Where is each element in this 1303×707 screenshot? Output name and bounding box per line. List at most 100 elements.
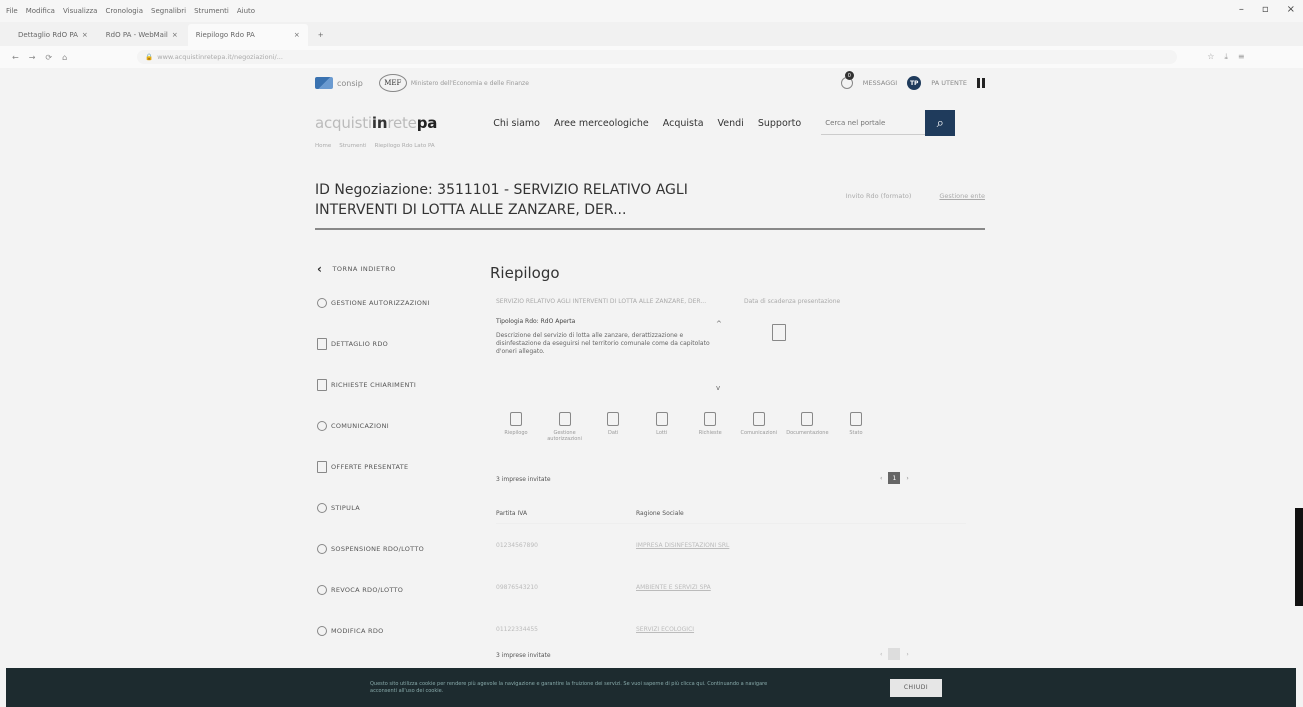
pager-current[interactable] [888, 648, 901, 660]
chat-icon [317, 420, 327, 431]
gestione-link[interactable]: Gestione ente [939, 192, 985, 200]
cell-piva: 09876543210 [496, 583, 538, 591]
chevron-up-icon[interactable]: ^ [716, 320, 722, 328]
browser-tab[interactable]: RdO PA - WebMail × [98, 24, 186, 46]
avatar[interactable]: TP [907, 76, 922, 90]
sidebar-item-dettaglio-rdo[interactable]: DETTAGLIO RDO [317, 323, 477, 364]
close-icon[interactable]: × [294, 31, 300, 39]
table-row: 01234567890 IMPRESA DISINFESTAZIONI SRL [496, 524, 966, 566]
window-controls: – ▫ × [1239, 4, 1295, 15]
plus-icon: + [317, 31, 324, 39]
tab-label: Riepilogo Rdo PA [195, 31, 255, 39]
table-row: 01122334455 SERVIZI ECOLOGICI [496, 608, 966, 650]
action-stato[interactable]: Stato [836, 412, 876, 442]
forward-icon[interactable]: → [29, 53, 36, 62]
close-icon[interactable]: × [172, 31, 178, 39]
maximize-button[interactable]: ▫ [1262, 4, 1269, 15]
action-documentazione[interactable]: Documentazione [786, 412, 829, 442]
sidebar-item-label: GESTIONE AUTORIZZAZIONI [331, 298, 430, 307]
col-ragione-sociale: Ragione Sociale [636, 510, 684, 517]
sidebar-item-offerte-presentate[interactable]: OFFERTE PRESENTATE [317, 446, 477, 487]
browser-tab[interactable]: Dettaglio RdO PA × [10, 24, 96, 46]
bookmark-icon[interactable]: ☆ [1207, 52, 1214, 62]
pager-next-icon[interactable]: › [906, 651, 908, 658]
menu-view[interactable]: Visualizza [63, 7, 97, 15]
home-icon[interactable]: ⌂ [62, 53, 67, 62]
back-link[interactable]: ‹ TORNA INDIETRO [317, 256, 477, 282]
sidebar-item-comunicazioni[interactable]: COMUNICAZIONI [317, 405, 477, 446]
pager-current[interactable]: 1 [888, 472, 901, 484]
nav-chi-siamo[interactable]: Chi siamo [493, 118, 540, 129]
rdo-description: Descrizione del servizio di lotta alle z… [496, 332, 710, 355]
user-label[interactable]: PA UTENTE [931, 79, 967, 87]
invito-link[interactable]: Invito Rdo (formato) [846, 192, 912, 200]
cookie-banner: Questo sito utilizza cookie per rendere … [6, 668, 1296, 707]
nav-aree-merceologiche[interactable]: Aree merceologiche [554, 118, 649, 129]
cookie-text: Questo sito utilizza cookie per rendere … [370, 680, 768, 694]
pager-next-icon[interactable]: › [906, 475, 908, 482]
chevron-down-icon[interactable]: v [716, 384, 720, 392]
cell-ragione-link[interactable]: SERVIZI ECOLOGICI [636, 626, 694, 633]
minimize-button[interactable]: – [1239, 4, 1244, 15]
action-label: Riepilogo [504, 430, 528, 436]
menu-tools[interactable]: Strumenti [194, 7, 229, 15]
accessibility-icon[interactable] [977, 78, 985, 88]
side-nav: ‹ TORNA INDIETRO GESTIONE AUTORIZZAZIONI… [317, 256, 477, 651]
mef-logo[interactable]: MEF Ministero dell'Economia e delle Fina… [378, 74, 529, 92]
cell-ragione-link[interactable]: AMBIENTE E SERVIZI SPA [636, 584, 711, 591]
consip-logo[interactable]: consip [315, 77, 363, 89]
search-button[interactable]: ⌕ [925, 110, 956, 136]
breadcrumb-home[interactable]: Home [315, 143, 331, 149]
menu-help[interactable]: Aiuto [237, 7, 255, 15]
sidebar-item-richieste-chiarimenti[interactable]: RICHIESTE CHIARIMENTI [317, 364, 477, 405]
invited-table: Partita IVA Ragione Sociale 01234567890 … [496, 504, 966, 650]
action-lotti[interactable]: Lotti [642, 412, 682, 442]
close-window-button[interactable]: × [1287, 4, 1295, 15]
col-partita-iva: Partita IVA [496, 510, 528, 517]
breadcrumb-strumenti[interactable]: Strumenti [339, 143, 366, 149]
new-tab-button[interactable]: + [310, 24, 332, 46]
menu-bookmarks[interactable]: Segnalibri [151, 7, 186, 15]
action-dati[interactable]: Dati [593, 412, 633, 442]
messages-label[interactable]: MESSAGGI [863, 79, 897, 87]
cookie-close-button[interactable]: CHIUDI [890, 678, 942, 697]
url-text: www.acquistinretepa.it/negoziazioni/... [157, 53, 283, 61]
menu-history[interactable]: Cronologia [105, 7, 143, 15]
action-label: Dati [607, 430, 619, 436]
pager-prev-icon[interactable]: ‹ [880, 475, 882, 482]
pager-prev-icon[interactable]: ‹ [880, 651, 882, 658]
consip-logo-mark [315, 77, 333, 89]
download-icon[interactable]: ⤓ [1224, 52, 1228, 62]
back-icon[interactable]: ← [12, 53, 19, 62]
nav-supporto[interactable]: Supporto [758, 118, 801, 129]
nav-acquista[interactable]: Acquista [663, 118, 704, 129]
close-icon[interactable]: × [82, 31, 88, 39]
sidebar-item-modifica[interactable]: MODIFICA RDO [317, 610, 477, 651]
reload-icon[interactable]: ⟳ [45, 53, 52, 62]
action-richieste[interactable]: Richieste [690, 412, 730, 442]
browser-tab-active[interactable]: Riepilogo Rdo PA × [187, 24, 308, 46]
menu-edit[interactable]: Modifica [26, 7, 55, 15]
action-gestione[interactable]: Gestione autorizzazioni [545, 412, 585, 442]
search-input[interactable] [821, 111, 926, 135]
sidebar-item-revoca[interactable]: REVOCA RDO/LOTTO [317, 569, 477, 610]
document-icon[interactable] [772, 324, 786, 341]
nav-vendi[interactable]: Vendi [718, 118, 744, 129]
cell-ragione-link[interactable]: IMPRESA DISINFESTAZIONI SRL [636, 542, 729, 549]
menu-icon[interactable]: ≡ [1238, 52, 1245, 62]
acquistinretepa-logo[interactable]: acquistiinretepa [315, 114, 437, 132]
edit-icon [317, 625, 327, 636]
brand-part-1: acquisti [315, 114, 372, 132]
user-area: 0 MESSAGGI TP PA UTENTE [840, 71, 985, 90]
action-riepilogo[interactable]: Riepilogo [496, 412, 536, 442]
consip-label: consip [337, 78, 363, 88]
menu-file[interactable]: File [6, 7, 18, 15]
sidebar-item-gestione-autorizzazioni[interactable]: GESTIONE AUTORIZZAZIONI [317, 282, 477, 323]
sidebar-item-sospensione[interactable]: SOSPENSIONE RDO/LOTTO [317, 528, 477, 569]
communications-icon [752, 412, 765, 426]
sidebar-item-stipula[interactable]: STIPULA [317, 487, 477, 528]
action-comunicazioni[interactable]: Comunicazioni [739, 412, 779, 442]
browser-tabbar: Dettaglio RdO PA × RdO PA - WebMail × Riep… [0, 22, 1303, 46]
bell-icon[interactable]: 0 [840, 71, 854, 89]
address-bar[interactable]: 🔒 www.acquistinretepa.it/negoziazioni/..… [137, 50, 1178, 64]
